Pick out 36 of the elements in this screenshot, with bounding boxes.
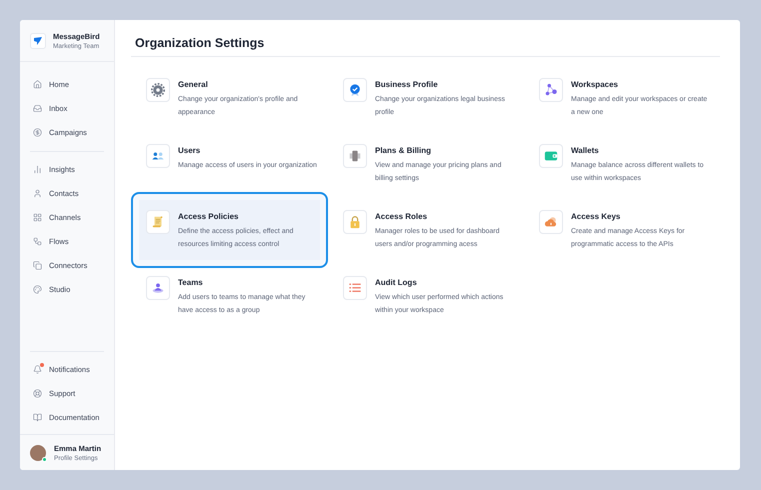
card-title: Users [178, 146, 202, 155]
nav-icon [33, 236, 42, 246]
card-title: Plans & Billing [375, 146, 432, 155]
card-title: General [178, 80, 209, 89]
nav-icon [33, 188, 42, 198]
logo-icon [30, 32, 46, 48]
nav-icon [33, 284, 42, 294]
page-title: Organization Settings [134, 35, 266, 52]
nav-icon [33, 104, 42, 112]
card-title: Business Profile [375, 80, 439, 89]
card-stack-icon [343, 144, 367, 168]
card-title: Audit Logs [375, 278, 418, 287]
team-icon [146, 276, 170, 300]
nav-icon [33, 80, 42, 88]
nodes-icon [539, 78, 563, 102]
gear-icon [146, 78, 170, 102]
list-icon [343, 276, 367, 300]
badge-check-icon [343, 78, 367, 102]
card-title: Wallets [571, 146, 600, 155]
card-title: Access Keys [571, 212, 622, 221]
nav-icon [33, 260, 42, 270]
cloud-icon [539, 210, 563, 234]
card-title: Workspaces [571, 80, 619, 89]
scroll-icon [146, 210, 170, 234]
card-title: Teams [178, 278, 204, 287]
card-title: Access Policies [178, 212, 240, 221]
nav-icon [33, 128, 42, 136]
wallet-icon [539, 144, 563, 168]
nav-icon [33, 388, 42, 398]
users-icon [146, 144, 170, 168]
nav-icon [33, 164, 42, 174]
nav-icon [33, 212, 42, 222]
nav-icon [33, 412, 42, 422]
card-title: Access Roles [375, 212, 428, 221]
nav-icon [33, 364, 42, 374]
padlock-icon [343, 210, 367, 234]
